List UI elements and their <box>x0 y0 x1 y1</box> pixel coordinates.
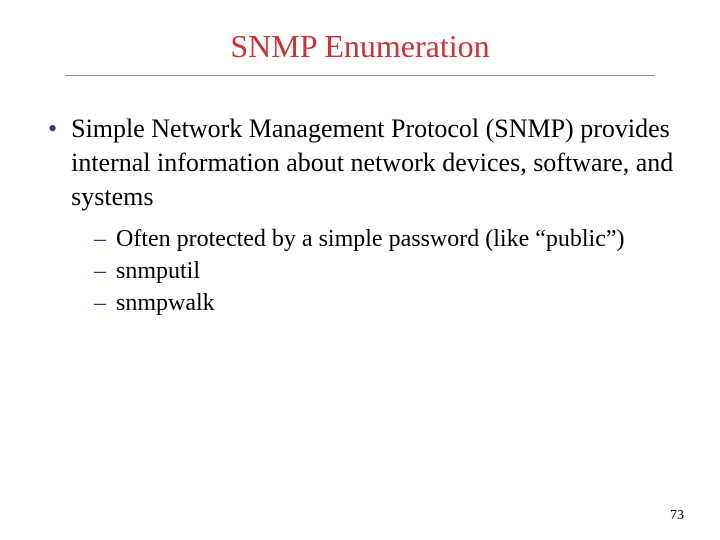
sub-marker: – <box>94 288 106 318</box>
bullet-text: Simple Network Management Protocol (SNMP… <box>71 112 680 214</box>
bullet-item: • Simple Network Management Protocol (SN… <box>48 112 680 214</box>
sub-text: snmpwalk <box>116 288 215 318</box>
sub-list: – Often protected by a simple password (… <box>94 224 680 318</box>
slide: SNMP Enumeration • Simple Network Manage… <box>0 0 720 540</box>
sub-item: – snmputil <box>94 256 680 286</box>
sub-text: snmputil <box>116 256 200 286</box>
sub-marker: – <box>94 224 106 254</box>
bullet-marker: • <box>48 112 57 146</box>
sub-item: – Often protected by a simple password (… <box>94 224 680 254</box>
sub-item: – snmpwalk <box>94 288 680 318</box>
content-area: • Simple Network Management Protocol (SN… <box>40 112 680 318</box>
sub-text: Often protected by a simple password (li… <box>116 224 625 254</box>
page-number: 73 <box>670 508 684 524</box>
slide-title: SNMP Enumeration <box>40 28 680 65</box>
sub-marker: – <box>94 256 106 286</box>
title-divider <box>65 75 655 76</box>
